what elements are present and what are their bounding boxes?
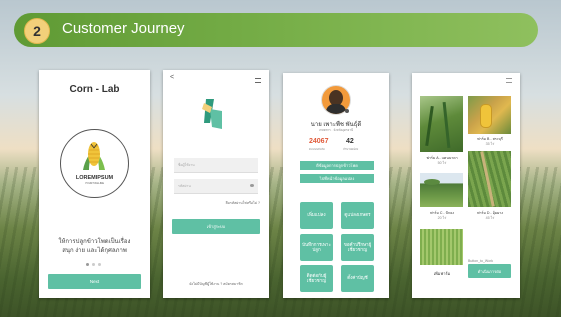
back-icon[interactable]: <: [170, 74, 174, 81]
stat-plots-value: 42: [346, 138, 354, 145]
menu-icon[interactable]: [255, 78, 261, 83]
plot-b-size: 35 ไร่: [485, 142, 495, 146]
continue-button[interactable]: ดำเนินการต่อ: [468, 264, 511, 278]
plot-c-size: 20 ไร่: [437, 216, 447, 220]
plot-info-button[interactable]: ไปที่หน้าข้อมูลแปลง: [300, 174, 374, 183]
login-screen: < ชื่อผู้ใช้งาน รหัสผ่าน ลืมรหัสผ่านใช่ห…: [163, 70, 269, 298]
account-settings-button[interactable]: ตั้งค่าบัญชี: [341, 265, 374, 292]
plot-d-size: 45 ไร่: [485, 216, 495, 220]
add-plot-label[interactable]: เพิ่มฟาร์ม: [420, 270, 464, 277]
plot-photo-c[interactable]: [420, 173, 463, 207]
next-button[interactable]: Next: [48, 274, 141, 289]
password-placeholder: รหัสผ่าน: [178, 184, 191, 188]
plot-a-size: 50 ไร่: [437, 161, 447, 165]
slide-title: Customer Journey: [62, 20, 185, 37]
record-planting-button[interactable]: บันทึกการเพาะปลูก: [300, 234, 333, 261]
corn-info-button[interactable]: ดีข้อมูลการปลูกข้าวโพด: [300, 161, 374, 170]
app-title: Corn - Lab: [69, 84, 120, 95]
stat-points-label: คะแนนสะสม: [309, 147, 325, 151]
page-dot-1: [86, 263, 89, 266]
plot-photo-b[interactable]: [468, 96, 511, 134]
stat-plots-label: จำนวนแปลง: [343, 147, 359, 151]
username-field[interactable]: ชื่อผู้ใช้งาน: [174, 158, 258, 173]
step-badge: 2: [24, 18, 50, 44]
view-plots-button[interactable]: ดูแปลงเกษตร: [341, 202, 374, 229]
logo-text: LOREMIPSUM: [75, 175, 114, 181]
username-placeholder: ชื่อผู้ใช้งาน: [178, 163, 195, 167]
forgot-password-link[interactable]: ลืมรหัสผ่านใช่หรือไม่ ?: [225, 200, 260, 206]
contact-expert-button[interactable]: ติดต่อกับผู้เชี่ยวชาญ: [300, 265, 333, 292]
stat-points-value: 24067: [309, 138, 329, 145]
menu-icon[interactable]: [506, 78, 512, 83]
login-button[interactable]: เข้าสู่ระบบ: [172, 219, 260, 234]
plots-screen: ฟาร์ม A - แคนนาดา 50 ไร่ ฟาร์ม B - สระบุ…: [412, 73, 520, 298]
password-field[interactable]: รหัสผ่าน: [174, 179, 258, 194]
consult-expert-button[interactable]: ขอคำปรึกษาผู้เชี่ยวชาญ: [341, 234, 374, 261]
page-dot-2: [92, 263, 95, 266]
tagline-line-2: สนุก ง่าย และได้กุศลภาพ: [62, 248, 127, 254]
app-logo-icon: [202, 99, 222, 129]
register-link[interactable]: ยังไม่มีบัญชีผู้ใช้งาน ? สมัครสมาชิก: [163, 281, 269, 287]
add-plot-caption: Button_to_Work: [468, 259, 494, 263]
logo-circle: LOREMIPSUM YOUR TAGLINE: [60, 129, 129, 198]
add-plot-button[interactable]: เพิ่มแปลง: [300, 202, 333, 229]
user-subtitle: เกษตรกร · จังหวัดอุดรธานี: [318, 128, 354, 132]
plot-photo-a[interactable]: [420, 96, 463, 152]
logo-tagline: YOUR TAGLINE: [84, 182, 105, 185]
add-plot-photo[interactable]: [420, 229, 463, 265]
plot-photo-d[interactable]: [468, 151, 511, 207]
edit-avatar-icon[interactable]: [345, 109, 349, 113]
splash-screen: Corn - Lab LOREMIPSUM YOUR TAGLINE ให้กา…: [39, 70, 150, 298]
profile-screen: นาย เพาะพืช พันธุ์ดี เกษตรกร · จังหวัดอุ…: [283, 73, 389, 298]
eye-icon[interactable]: [250, 184, 254, 187]
page-dot-3: [98, 263, 101, 266]
corn-icon: [83, 142, 105, 170]
